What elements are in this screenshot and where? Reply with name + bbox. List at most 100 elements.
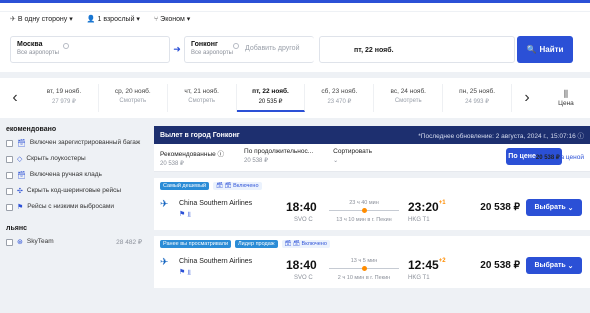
date-option[interactable]: пн, 25 нояб. 24 993 ₽ xyxy=(443,84,513,112)
departure-time: 18:40 xyxy=(286,258,317,272)
stop-dot xyxy=(362,208,367,213)
date-price: 27 979 ₽ xyxy=(52,99,76,105)
info-icon xyxy=(63,43,69,49)
person-icon: 👤 xyxy=(86,16,96,23)
date-label: сб, 23 нояб. xyxy=(321,88,358,95)
flight-price: 20 538 ₽ xyxy=(480,202,520,213)
arrival-airport: HKG T1 xyxy=(408,275,430,281)
date-label: пт, 22 нояб. xyxy=(252,88,289,95)
skyteam-icon: ⊛ xyxy=(17,239,23,246)
search-options: ✈ В одну сторону ▾ 👤 1 взрослый ▾ ⑂ Эконом … xyxy=(0,12,590,26)
date-label: вт, 19 нояб. xyxy=(46,88,82,95)
checkbox[interactable] xyxy=(6,172,13,179)
last-updated: *Последнее обновление: 2 августа, 2024 г… xyxy=(418,133,585,140)
prev-dates-button[interactable]: ‹ xyxy=(0,78,30,118)
date-option[interactable]: вс, 24 нояб. Смотреть xyxy=(374,84,444,112)
date-label: чт, 21 нояб. xyxy=(184,88,219,95)
stop-dot xyxy=(362,266,367,271)
date-option[interactable]: чт, 21 нояб. Смотреть xyxy=(168,84,237,112)
flight-tags: Самый дешевый 🗃 🗃 Включено xyxy=(160,182,262,190)
filters-sidebar: екомендовано 🗃 Включен зарегистрированный… xyxy=(0,126,150,313)
sort-option[interactable]: По цене 20 538 ₽ xyxy=(506,148,562,165)
filter-option[interactable]: ◇ Скрыть лоукостеры xyxy=(6,155,150,163)
flight-tag: Ранее вы просматривали xyxy=(160,240,232,248)
filter-option[interactable]: ✣ Скрыть код-шеринговые рейсы xyxy=(6,187,150,195)
flight-tag: 🗃 🗃 Включено xyxy=(281,240,330,248)
info-icon[interactable]: ⓘ xyxy=(578,133,585,140)
checkbox[interactable] xyxy=(6,140,13,147)
swap-icon[interactable]: ➜ xyxy=(172,44,182,54)
alliances-heading: льянс xyxy=(6,225,27,232)
recommended-heading: екомендовано xyxy=(6,126,57,133)
date-price: 23 470 ₽ xyxy=(327,99,352,105)
seat-icon: ⑂ xyxy=(153,16,159,23)
amenities-icon: ⚑ ⫫ xyxy=(179,269,192,276)
date-field[interactable]: пт, 22 нояб. xyxy=(319,36,515,63)
flight-tag: 🗃 🗃 Включено xyxy=(213,182,262,190)
chevron-down-icon: ⌄ xyxy=(567,204,574,212)
next-dates-button[interactable]: › xyxy=(512,78,542,118)
sort-option[interactable]: Сортировать ⌄ xyxy=(333,148,372,167)
date-price: 20 535 ₽ xyxy=(258,99,283,105)
flight-tag: Лидер продаж xyxy=(235,240,278,248)
search-bar: Москва Все аэропорты ➜ Гонконг Все аэроп… xyxy=(0,26,590,72)
cabin-select[interactable]: ⑂ Эконом ▾ xyxy=(154,15,190,23)
checkbox[interactable] xyxy=(6,239,13,246)
departure-airport: SVO C xyxy=(294,217,313,223)
stopover-info: 13 ч 10 мин в г. Пекин xyxy=(336,217,392,223)
flight-card[interactable]: Самый дешевый 🗃 🗃 Включено ✈ China Southe… xyxy=(154,178,590,230)
filter-icon: ◇ xyxy=(17,156,23,163)
filter-option[interactable]: 🗃 Включен зарегистрированный багаж xyxy=(6,139,150,147)
checkbox[interactable] xyxy=(6,204,13,211)
checkbox[interactable] xyxy=(6,188,13,195)
sort-option[interactable]: По продолжительнос... 20 538 ₽ xyxy=(244,148,313,167)
flight-tags: Ранее вы просматривали Лидер продаж 🗃 🗃 Вк… xyxy=(160,240,330,248)
departure-time: 18:40 xyxy=(286,200,317,214)
flight-duration: 23 ч 40 мин xyxy=(349,200,379,206)
passengers-select[interactable]: 👤 1 взрослый ▾ xyxy=(87,15,140,23)
arrival-time: 12:45+2 xyxy=(408,258,446,272)
alliance-filter[interactable]: ⊛ SkyTeam 28 482 ₽ xyxy=(6,238,150,246)
amenities-icon: ⚑ ⫫ xyxy=(179,211,192,218)
flight-card[interactable]: Ранее вы просматривали Лидер продаж 🗃 🗃 Вк… xyxy=(154,236,590,288)
brand-accent-line xyxy=(0,0,590,3)
price-chart-toggle[interactable]: ⫼ Цена xyxy=(542,89,590,107)
date-option[interactable]: вт, 19 нояб. 27 979 ₽ xyxy=(30,84,99,112)
filter-icon: 🗃 xyxy=(17,172,26,179)
filter-option[interactable]: 🗃 Включена ручная кладь xyxy=(6,171,150,179)
date-option[interactable]: сб, 23 нояб. 23 470 ₽ xyxy=(305,84,375,112)
date-option[interactable]: ср, 20 нояб. Смотреть xyxy=(99,84,168,112)
date-price: 24 993 ₽ xyxy=(465,99,489,105)
top-strip xyxy=(0,0,590,11)
filter-icon: ✣ xyxy=(17,188,23,195)
date-price: Смотреть xyxy=(188,98,216,104)
airline-info: ✈ China Southern Airlines ⚑ ⫫ xyxy=(160,257,253,277)
filter-icon: ⚑ xyxy=(17,204,24,211)
filter-option[interactable]: ⚑ Рейсы с низкими выбросами xyxy=(6,203,150,211)
departure-airport: SVO C xyxy=(294,275,313,281)
select-flight-button[interactable]: Выбрать ⌄ xyxy=(526,199,582,216)
stopover-info: 2 ч 10 мин в г. Пекин xyxy=(337,275,391,281)
flight-tag: Самый дешевый xyxy=(160,182,210,190)
airline-logo-icon: ✈ xyxy=(160,257,169,268)
date-price: Смотреть xyxy=(394,98,422,104)
date-option[interactable]: пт, 22 нояб. 20 535 ₽ xyxy=(236,84,306,112)
checkbox[interactable] xyxy=(6,156,13,163)
search-icon: 🔍 xyxy=(526,45,537,54)
bar-chart-icon: ⫼ xyxy=(563,89,569,99)
add-other-link[interactable]: Добавить другой xyxy=(245,45,299,52)
airline-logo-icon: ✈ xyxy=(160,199,169,210)
chevron-down-icon: ⌄ xyxy=(567,262,574,270)
from-field[interactable]: Москва Все аэропорты xyxy=(10,36,170,63)
airline-info: ✈ China Southern Airlines ⚑ ⫫ xyxy=(160,199,253,219)
date-label: пн, 25 нояб. xyxy=(459,88,496,95)
sort-bar: Рекомендованные ⓘ 20 538 ₽ По цене 20 538 ₽… xyxy=(154,144,590,172)
date-label: ср, 20 нояб. xyxy=(114,88,151,95)
sort-option[interactable]: Рекомендованные ⓘ 20 538 ₽ xyxy=(160,148,224,167)
select-flight-button[interactable]: Выбрать ⌄ xyxy=(526,257,582,274)
find-button[interactable]: 🔍 Найти xyxy=(517,36,573,63)
trip-type-select[interactable]: ✈ В одну сторону ▾ xyxy=(10,15,73,23)
arrival-time: 23:20+1 xyxy=(408,200,446,214)
flight-price: 20 538 ₽ xyxy=(480,260,520,271)
results-banner: Вылет в город Гонконг *Последнее обновле… xyxy=(154,126,590,144)
